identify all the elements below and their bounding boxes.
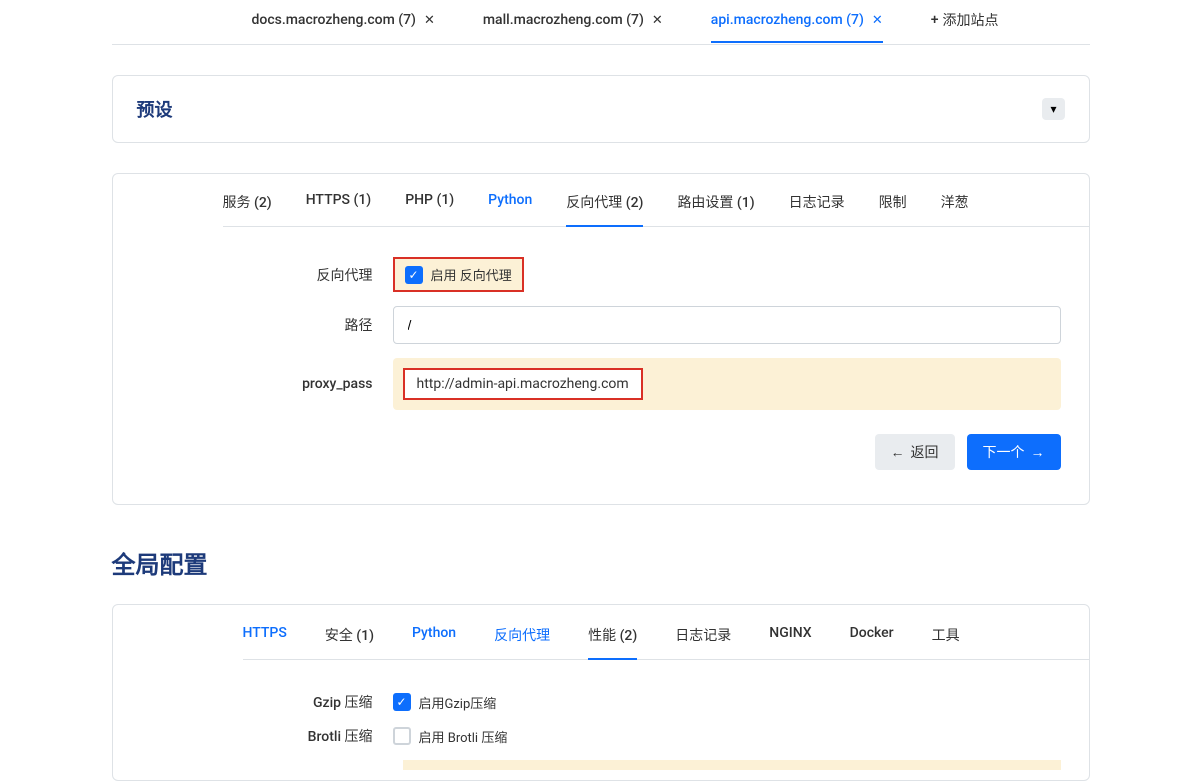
add-site-button[interactable]: + 添加站点 [931,10,999,30]
global-tab-security[interactable]: 安全 (1) [325,625,374,659]
next-button[interactable]: 下一个 → [967,434,1061,470]
checkbox-label: 启用Gzip压缩 [419,693,497,712]
brotli-checkbox[interactable]: 启用 Brotli 压缩 [393,727,1061,746]
global-tab-performance[interactable]: 性能 (2) [588,625,637,659]
tab-services[interactable]: 服务 (2) [223,192,272,226]
arrow-right-icon: → [1031,444,1045,460]
global-tabs: HTTPS 安全 (1) Python 反向代理 性能 (2) 日志记录 NGI… [243,605,1089,660]
global-tab-python[interactable]: Python [412,625,456,659]
proxy-pass-value: http://admin-api.macrozheng.com [403,368,643,400]
path-label: 路径 [113,315,393,335]
tab-logging[interactable]: 日志记录 [789,192,845,226]
global-tab-tools[interactable]: 工具 [932,625,960,659]
checkbox-icon [393,727,411,745]
proxy-pass-field[interactable]: http://admin-api.macrozheng.com [393,358,1061,410]
gzip-label: Gzip 压缩 [113,692,393,712]
back-label: 返回 [911,442,939,462]
global-tab-docker[interactable]: Docker [850,625,894,659]
site-tab-mall[interactable]: mall.macrozheng.com (7) ✕ [483,12,663,28]
reverse-proxy-label: 反向代理 [113,265,393,285]
plus-icon: + [931,12,939,28]
preset-title: 预设 [137,96,173,122]
tab-label: mall.macrozheng.com (7) [483,12,644,28]
global-tab-nginx[interactable]: NGINX [769,625,811,659]
tab-routing[interactable]: 路由设置 (1) [677,192,754,226]
checkbox-icon: ✓ [405,266,423,284]
brotli-label: Brotli 压缩 [113,726,393,746]
close-icon[interactable]: ✕ [652,13,663,28]
tab-label: api.macrozheng.com (7) [711,12,864,28]
checkbox-icon: ✓ [393,693,411,711]
tab-label: docs.macrozheng.com (7) [252,12,416,28]
global-card: HTTPS 安全 (1) Python 反向代理 性能 (2) 日志记录 NGI… [112,604,1090,781]
tab-python[interactable]: Python [488,192,532,226]
tab-https[interactable]: HTTPS (1) [306,192,372,226]
tab-onion[interactable]: 洋葱 [941,192,969,226]
next-label: 下一个 [983,442,1025,462]
add-site-label: 添加站点 [943,10,999,30]
close-icon[interactable]: ✕ [872,13,883,28]
chevron-down-icon[interactable]: ▾ [1042,98,1064,120]
enable-reverse-proxy-checkbox[interactable]: ✓ 启用 反向代理 [393,257,524,292]
highlight-bar [403,760,1061,770]
back-button[interactable]: ← 返回 [875,434,955,470]
tab-limits[interactable]: 限制 [879,192,907,226]
config-tabs: 服务 (2) HTTPS (1) PHP (1) Python 反向代理 (2)… [223,174,1089,227]
global-tab-https[interactable]: HTTPS [243,625,287,659]
config-card: 服务 (2) HTTPS (1) PHP (1) Python 反向代理 (2)… [112,173,1090,505]
global-tab-logging[interactable]: 日志记录 [675,625,731,659]
preset-card: 预设 ▾ [112,75,1090,143]
tab-php[interactable]: PHP (1) [405,192,454,226]
checkbox-label: 启用 Brotli 压缩 [419,727,508,746]
tab-reverse-proxy[interactable]: 反向代理 (2) [566,192,643,226]
site-tab-docs[interactable]: docs.macrozheng.com (7) ✕ [252,12,435,28]
proxy-pass-label: proxy_pass [113,376,393,392]
gzip-checkbox[interactable]: ✓ 启用Gzip压缩 [393,693,1061,712]
checkbox-label: 启用 反向代理 [431,265,512,284]
global-tab-reverse-proxy[interactable]: 反向代理 [494,625,550,659]
path-input[interactable] [393,306,1061,344]
site-tab-api[interactable]: api.macrozheng.com (7) ✕ [711,12,883,28]
global-config-title: 全局配置 [112,545,1090,580]
close-icon[interactable]: ✕ [424,13,435,28]
arrow-left-icon: ← [891,444,905,460]
site-tabs: docs.macrozheng.com (7) ✕ mall.macrozhen… [112,0,1090,45]
